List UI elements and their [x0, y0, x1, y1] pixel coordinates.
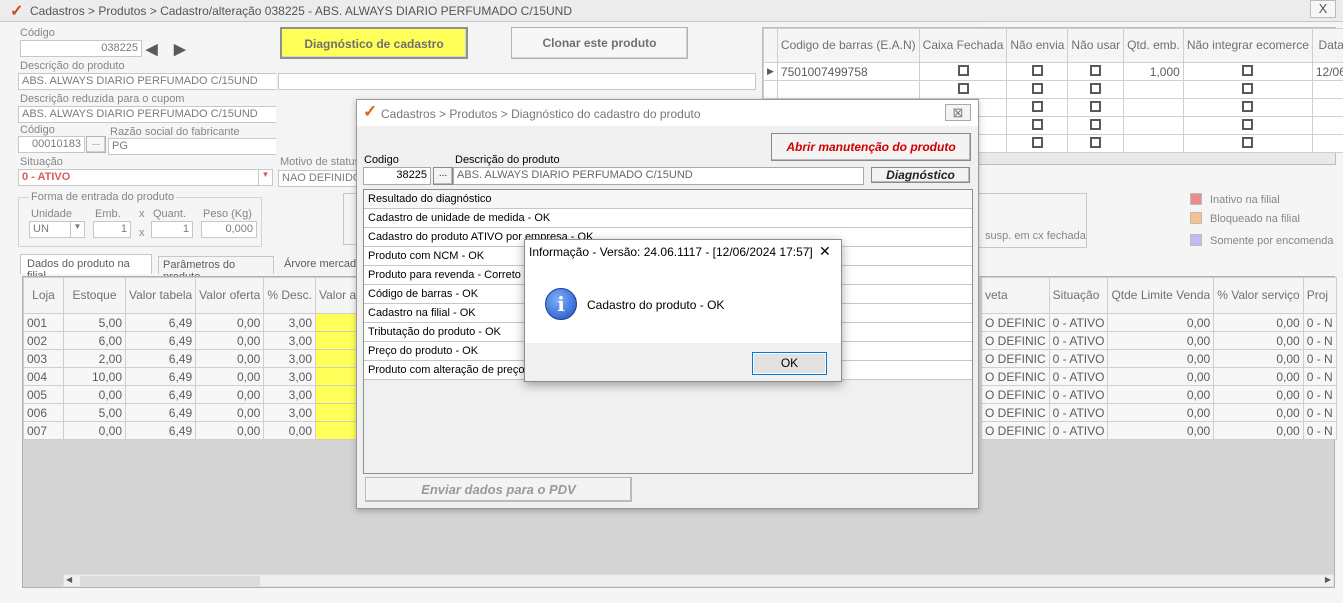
window-title: Cadastros > Produtos > Cadastro/alteraçã… [30, 4, 573, 18]
enviar-pdv-button[interactable]: Enviar dados para o PDV [365, 477, 632, 502]
diag-codigo-label: Codigo [364, 154, 399, 166]
app-logo-icon: ✓ [363, 102, 378, 121]
close-icon[interactable]: ⊠ [945, 104, 971, 121]
app-logo-icon: ✓ [10, 3, 24, 20]
information-icon: i [545, 288, 577, 320]
abrir-manutencao-button[interactable]: Abrir manutenção do produto [771, 133, 971, 161]
ok-button[interactable]: OK [752, 352, 827, 375]
close-icon[interactable]: X [1310, 0, 1336, 18]
close-icon[interactable]: ✕ [819, 243, 831, 260]
diag-results-header: Resultado do diagnóstico [364, 190, 972, 209]
info-dialog-message: Cadastro do produto - OK [587, 298, 725, 312]
diag-descricao-label: Descrição do produto [455, 154, 560, 166]
info-message-dialog: Informação - Versão: 24.06.1117 - [12/06… [524, 239, 842, 382]
info-dialog-title: Informação - Versão: 24.06.1117 - [12/06… [529, 245, 813, 259]
diag-codigo-field[interactable]: 38225 [363, 167, 431, 185]
info-dialog-footer: OK [525, 343, 841, 381]
diag-diagnostico-button[interactable]: Diagnóstico [871, 167, 970, 183]
diagnostico-dialog-titlebar: ✓ Cadastros > Produtos > Diagnóstico do … [357, 100, 978, 126]
diag-descricao-field: ABS. ALWAYS DIARIO PERFUMADO C/15UND [453, 167, 864, 185]
list-item: Cadastro de unidade de medida - OK [364, 209, 972, 228]
diag-codigo-search-button[interactable]: ... [433, 167, 453, 185]
window-titlebar: ✓ Cadastros > Produtos > Cadastro/altera… [0, 0, 1343, 22]
diagnostico-dialog-title: Cadastros > Produtos > Diagnóstico do ca… [381, 107, 701, 121]
